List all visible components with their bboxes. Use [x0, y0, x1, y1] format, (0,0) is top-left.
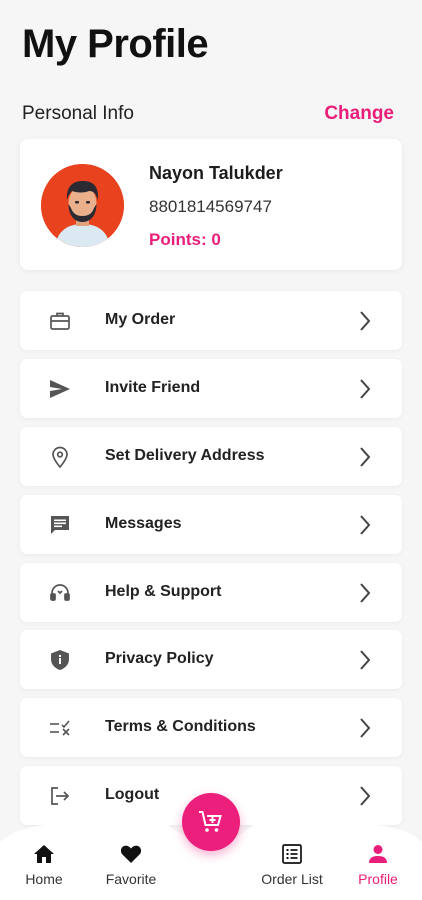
- menu-item-messages[interactable]: Messages: [20, 495, 402, 554]
- personal-info-label: Personal Info: [22, 103, 134, 124]
- menu-item-label: Terms & Conditions: [105, 718, 256, 735]
- cart-add-icon: [198, 810, 224, 834]
- user-name: Nayon Talukder: [149, 163, 283, 183]
- avatar: [41, 164, 124, 247]
- menu-item-label: Set Delivery Address: [105, 447, 265, 464]
- terms-checklist-icon: [48, 716, 72, 740]
- chevron-right-icon: [360, 650, 371, 670]
- chevron-right-icon: [360, 311, 371, 331]
- home-icon: [4, 842, 84, 866]
- cart-fab-button[interactable]: [182, 793, 240, 851]
- briefcase-icon: [48, 309, 72, 333]
- user-points: Points: 0: [149, 230, 221, 249]
- menu-item-label: Invite Friend: [105, 379, 201, 396]
- menu-item-set-delivery-address[interactable]: Set Delivery Address: [20, 427, 402, 486]
- menu-item-label: My Order: [105, 311, 176, 328]
- nav-profile[interactable]: Profile: [338, 842, 418, 887]
- menu-item-my-order[interactable]: My Order: [20, 291, 402, 350]
- menu-item-privacy-policy[interactable]: Privacy Policy: [20, 630, 402, 689]
- profile-card: Nayon Talukder 8801814569747 Points: 0: [20, 139, 402, 270]
- chevron-right-icon: [360, 379, 371, 399]
- page-title: My Profile: [22, 22, 209, 66]
- heart-icon: [91, 842, 171, 866]
- user-phone: 8801814569747: [149, 197, 272, 216]
- chevron-right-icon: [360, 447, 371, 467]
- nav-label: Order List: [261, 871, 323, 887]
- location-pin-icon: [48, 445, 72, 469]
- menu-item-label: Privacy Policy: [105, 650, 214, 667]
- send-icon: [48, 377, 72, 401]
- nav-label: Home: [25, 871, 63, 887]
- nav-order-list[interactable]: Order List: [252, 842, 332, 887]
- menu-item-label: Help & Support: [105, 583, 222, 600]
- personal-info-header: Personal Info Change: [22, 103, 394, 125]
- message-icon: [48, 513, 72, 537]
- support-icon: [48, 581, 72, 605]
- nav-label: Profile: [358, 871, 398, 887]
- menu-item-terms-conditions[interactable]: Terms & Conditions: [20, 698, 402, 757]
- chevron-right-icon: [360, 786, 371, 806]
- chevron-right-icon: [360, 718, 371, 738]
- nav-label: Favorite: [105, 871, 157, 887]
- menu-item-label: Messages: [105, 515, 182, 532]
- person-icon: [338, 842, 418, 866]
- nav-favorite[interactable]: Favorite: [91, 842, 171, 887]
- list-icon: [252, 842, 332, 866]
- nav-home[interactable]: Home: [4, 842, 84, 887]
- chevron-right-icon: [360, 515, 371, 535]
- menu-item-help-support[interactable]: Help & Support: [20, 563, 402, 622]
- shield-icon: [48, 648, 72, 672]
- menu-item-label: Logout: [105, 786, 160, 803]
- logout-icon: [48, 784, 72, 808]
- change-button[interactable]: Change: [324, 103, 394, 125]
- menu-item-invite-friend[interactable]: Invite Friend: [20, 359, 402, 418]
- chevron-right-icon: [360, 583, 371, 603]
